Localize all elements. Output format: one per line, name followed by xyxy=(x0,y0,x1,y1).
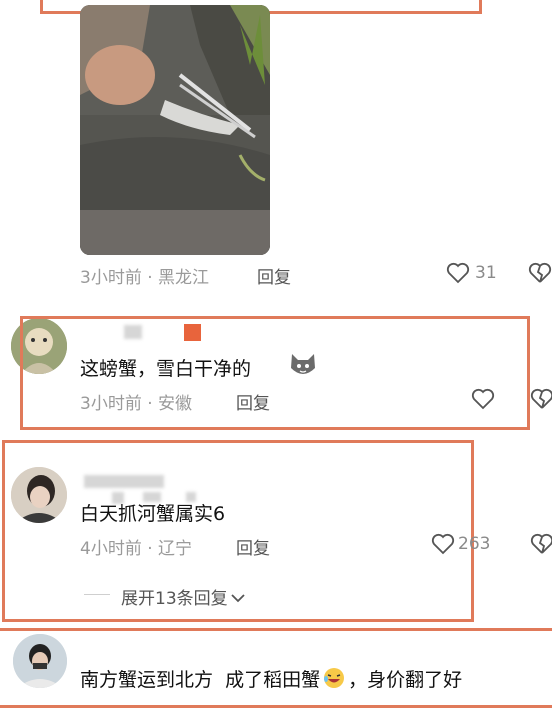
broken-heart-icon[interactable] xyxy=(528,262,552,288)
comment-text: 白天抓河蟹属实6 xyxy=(80,503,226,525)
reply-button[interactable]: 回复 xyxy=(236,534,270,559)
comment-text-main: 南方蟹运到北方 成了稻田蟹 xyxy=(80,669,321,691)
cat-emoji-icon xyxy=(289,352,317,382)
heart-icon[interactable] xyxy=(446,262,470,288)
expand-replies-label: 展开13条回复 xyxy=(121,589,228,609)
photo-graphic xyxy=(80,5,270,255)
comment-text-tail: ，身价翻了好 xyxy=(348,669,463,691)
avatar[interactable] xyxy=(13,634,67,688)
comment-text: 南方蟹运到北方 成了稻田蟹 ，身价翻了好 xyxy=(80,665,462,692)
username-blurred xyxy=(84,475,164,488)
broken-heart-icon[interactable] xyxy=(530,533,552,559)
like-count: 263 xyxy=(458,534,491,554)
comment-meta: 4小时前 · 辽宁 xyxy=(80,539,193,559)
comment-image[interactable] xyxy=(80,5,270,255)
heart-icon[interactable] xyxy=(470,388,496,414)
reply-button[interactable]: 回复 xyxy=(236,389,270,414)
expand-divider xyxy=(84,594,110,595)
comment-meta: 3小时前 · 黑龙江 xyxy=(80,268,210,288)
reply-button[interactable]: 回复 xyxy=(257,263,291,288)
comment-meta: 3小时前 · 安徽 xyxy=(80,394,193,414)
accent-square xyxy=(184,324,201,341)
heart-icon[interactable] xyxy=(430,533,456,559)
like-count: 31 xyxy=(475,263,497,283)
username-blurred xyxy=(124,325,142,339)
broken-heart-icon[interactable] xyxy=(530,388,552,414)
expand-replies-button[interactable]: 展开13条回复 xyxy=(121,584,246,609)
comment-text: 这螃蟹，雪白干净的 xyxy=(80,358,252,380)
chevron-down-icon xyxy=(231,594,245,603)
laughing-emoji-icon xyxy=(324,668,345,688)
